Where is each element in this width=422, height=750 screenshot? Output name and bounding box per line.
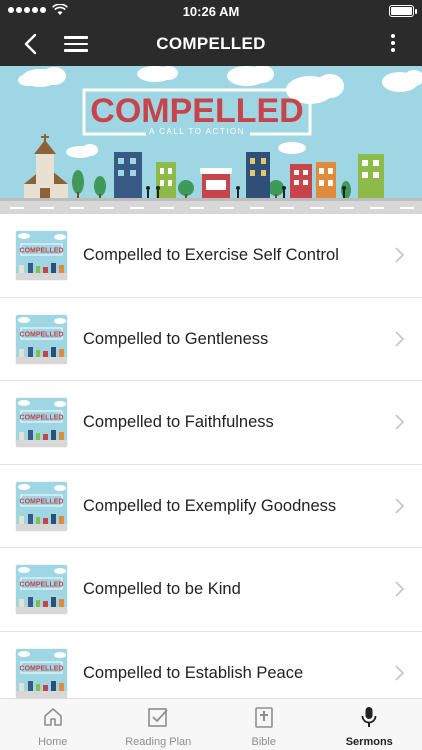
chevron-right-icon — [395, 581, 405, 597]
svg-text:COMPELLED: COMPELLED — [20, 248, 64, 255]
chevron-right-icon — [395, 664, 405, 681]
sermon-list-item[interactable]: COMPELLED Compelled to Gentleness — [0, 297, 422, 381]
sermon-thumbnail: COMPELLED — [16, 648, 67, 698]
tab-home[interactable]: Home — [0, 699, 106, 750]
svg-text:COMPELLED: COMPELLED — [20, 331, 64, 338]
sermon-list: COMPELLED Compelled to Exercise Self Con… — [0, 214, 422, 715]
bible-icon — [254, 707, 273, 728]
tab-label: Reading Plan — [125, 736, 192, 748]
svg-text:COMPELLED: COMPELLED — [20, 415, 64, 422]
tab-bar: Home Reading Plan Bible Sermons — [0, 698, 422, 750]
chevron-right-icon — [395, 330, 405, 347]
app-screen: 10:26 AM COMPELLED COMPELLED A CALL TO A… — [0, 0, 422, 750]
banner-subtitle: A CALL TO ACTION — [149, 127, 245, 136]
sermon-list-item[interactable]: COMPELLED Compelled to Faithfulness — [0, 381, 422, 465]
tab-reading-plan[interactable]: Reading Plan — [106, 699, 212, 750]
svg-text:COMPELLED: COMPELLED — [20, 498, 64, 505]
sermon-list-item[interactable]: COMPELLED Compelled to be Kind — [0, 548, 422, 632]
tab-label: Bible — [251, 736, 276, 748]
sermon-title: Compelled to Establish Peace — [83, 663, 304, 682]
status-time: 10:26 AM — [182, 4, 240, 19]
sermon-title: Compelled to Exemplify Goodness — [83, 496, 337, 515]
sermon-thumbnail: COMPELLED — [16, 314, 67, 364]
svg-text:COMPELLED: COMPELLED — [20, 582, 64, 589]
chevron-right-icon — [395, 497, 405, 514]
tab-label: Home — [38, 736, 68, 748]
tab-label: Sermons — [345, 736, 393, 748]
tab-sermons[interactable]: Sermons — [317, 699, 422, 750]
sermon-thumbnail: COMPELLED — [16, 231, 67, 280]
sermon-thumbnail: COMPELLED — [16, 398, 67, 447]
sermon-title: Compelled to Faithfulness — [83, 413, 274, 431]
series-banner: COMPELLED A CALL TO ACTION — [0, 66, 422, 214]
chevron-right-icon — [395, 414, 405, 430]
sermon-title: Compelled to Gentleness — [83, 329, 269, 348]
banner-title: COMPELLED — [90, 92, 303, 130]
sermon-list-item[interactable]: COMPELLED Compelled to Exercise Self Con… — [0, 214, 422, 298]
sermon-thumbnail: COMPELLED — [16, 565, 67, 614]
battery-icon — [389, 5, 417, 17]
checkbox-icon — [148, 708, 168, 727]
status-bar: 10:26 AM — [0, 0, 422, 22]
tab-bible[interactable]: Bible — [211, 699, 317, 750]
sermon-title: Compelled to Exercise Self Control — [83, 246, 339, 264]
sermon-title: Compelled to be Kind — [83, 580, 241, 598]
sermon-list-item[interactable]: COMPELLED Compelled to Exemplify Goodnes… — [0, 464, 422, 548]
svg-text:COMPELLED: COMPELLED — [20, 665, 64, 672]
church-illustration — [24, 134, 68, 200]
more-options-button[interactable] — [388, 31, 398, 57]
banner-illustration: COMPELLED A CALL TO ACTION — [0, 66, 422, 214]
chevron-right-icon — [395, 247, 405, 263]
navigation-bar: COMPELLED — [0, 22, 422, 66]
microphone-icon — [361, 707, 377, 727]
sermon-thumbnail: COMPELLED — [16, 481, 67, 531]
home-icon — [43, 708, 62, 726]
page-title: COMPELLED — [156, 34, 266, 53]
